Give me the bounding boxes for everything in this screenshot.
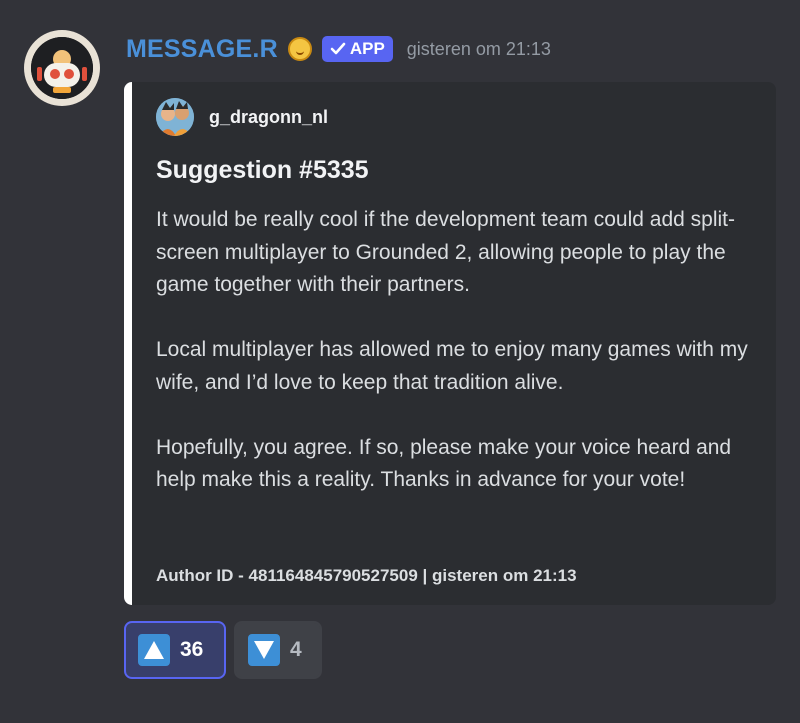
description-paragraph: It would be really cool if the developme…: [156, 208, 735, 296]
author-name[interactable]: g_dragonn_nl: [209, 107, 328, 128]
author-avatar[interactable]: [156, 98, 194, 136]
username[interactable]: MESSAGE.R: [126, 35, 278, 64]
check-icon: [330, 42, 346, 55]
embed-footer: Author ID - 481164845790527509 | gistere…: [156, 566, 577, 585]
message-timestamp[interactable]: gisteren om 21:13: [407, 39, 551, 60]
embed-title: Suggestion #5335: [156, 156, 369, 184]
reaction-upvote[interactable]: 36: [124, 621, 226, 679]
app-badge-label: APP: [349, 39, 385, 58]
robot-icon: [31, 37, 93, 99]
message-header: MESSAGE.R APP gisteren om 21:13: [126, 32, 551, 66]
reaction-count: 36: [180, 638, 204, 661]
bot-avatar[interactable]: [24, 30, 100, 106]
embed-author: g_dragonn_nl: [156, 98, 328, 136]
reactions-bar: 36 4: [124, 621, 322, 679]
embed-description: It would be really cool if the developme…: [156, 204, 756, 529]
reaction-downvote[interactable]: 4: [234, 621, 322, 679]
description-paragraph: Hopefully, you agree. If so, please make…: [156, 435, 732, 492]
smiley-icon: [287, 37, 312, 61]
app-badge: APP: [321, 36, 393, 62]
description-paragraph: Local multiplayer has allowed me to enjo…: [156, 338, 748, 394]
arrow-down-icon: [248, 634, 280, 666]
reaction-count: 4: [290, 638, 302, 661]
arrow-up-icon: [138, 634, 170, 666]
suggestion-embed: g_dragonn_nl Suggestion #5335 It would b…: [124, 82, 776, 605]
